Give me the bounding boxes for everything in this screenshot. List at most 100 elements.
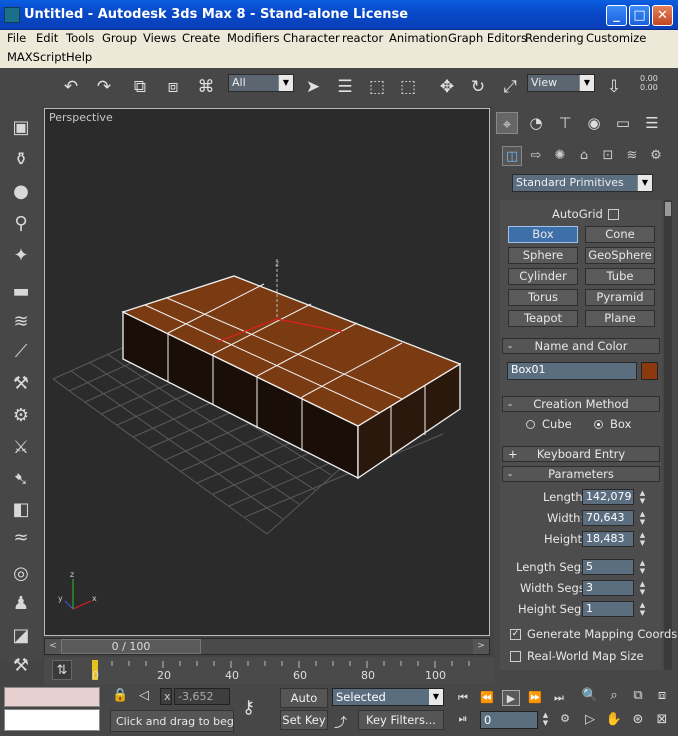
dynamics-tab-icon[interactable]: ⚙	[9, 404, 33, 428]
cameras-category-icon[interactable]: ⌂	[574, 146, 594, 166]
patch-tab-icon[interactable]: ⟋	[9, 340, 33, 364]
arc-rotate-icon[interactable]: ⊛	[628, 710, 648, 730]
current-frame-field[interactable]: 0	[480, 711, 538, 729]
time-slider-thumb[interactable]: 0 / 100	[61, 639, 201, 654]
key-mode-toggle-icon[interactable]: ⏯	[454, 711, 472, 727]
hierarchy-tab-icon[interactable]: ⊤	[554, 112, 576, 134]
name-and-color-rollout-header[interactable]: - Name and Color	[502, 338, 660, 354]
particles-tab-icon[interactable]: ≋	[9, 310, 33, 334]
perspective-viewport[interactable]: z z x y Perspective	[44, 108, 490, 636]
select-object-icon[interactable]: ➤	[302, 76, 324, 98]
menu-file[interactable]: File	[7, 31, 26, 45]
redo-icon[interactable]: ↷	[93, 76, 115, 98]
unlink-icon[interactable]: ⧈	[162, 76, 184, 98]
reference-coord-dropdown[interactable]: View ▼	[527, 74, 595, 92]
lights-category-icon[interactable]: ✺	[550, 146, 570, 166]
prev-frame-arrow[interactable]: <	[45, 639, 61, 654]
shapes-tab-icon[interactable]: ⚱	[9, 148, 33, 172]
menu-reactor[interactable]: reactor	[342, 31, 383, 45]
minimize-button[interactable]: _	[606, 5, 627, 26]
torus-button[interactable]: Torus	[508, 289, 578, 306]
helpers-tab-icon[interactable]: ✦	[9, 244, 33, 268]
default-in-out-tangents-icon[interactable]: ⤴	[334, 712, 347, 731]
tools-tab-icon[interactable]: ⚒	[9, 654, 33, 678]
menu-views[interactable]: Views	[143, 31, 176, 45]
teapot-button[interactable]: Teapot	[508, 310, 578, 327]
real-world-map-checkbox[interactable]	[510, 651, 521, 662]
close-button[interactable]: ✕	[652, 5, 673, 26]
zoom-icon[interactable]: 🔍	[580, 686, 600, 706]
box-radio[interactable]	[594, 420, 603, 429]
height-spinner-arrows[interactable]: ▲ ▼	[638, 531, 647, 547]
go-to-end-icon[interactable]: ⏭	[550, 690, 568, 706]
height-spinner[interactable]: 18,483	[582, 531, 634, 547]
length-spinner[interactable]: 142,079	[582, 489, 634, 505]
cylinder-button[interactable]: Cylinder	[508, 268, 578, 285]
mini-curve-editor-icon[interactable]: ⇅	[52, 660, 72, 680]
select-by-name-icon[interactable]: ☰	[334, 76, 356, 98]
width-spinner-arrows[interactable]: ▲ ▼	[638, 510, 647, 526]
width-segs-spinner[interactable]: 3	[582, 580, 634, 596]
compounds-tab-icon[interactable]: ▬	[9, 280, 33, 304]
maximize-viewport-icon[interactable]: ⊠	[652, 710, 672, 730]
maxscript-listener-output[interactable]	[4, 687, 100, 707]
utilities-tab-icon[interactable]: ☰	[641, 112, 663, 134]
character-tab-icon[interactable]: ♟	[9, 592, 33, 616]
category-dropdown[interactable]: Standard Primitives ▼	[512, 174, 653, 192]
geosphere-button[interactable]: GeoSphere	[585, 247, 655, 264]
modify-tab-icon[interactable]: ◔	[525, 112, 547, 134]
wave-tab-icon[interactable]: ≈	[9, 526, 33, 550]
modifiers-tab-icon[interactable]: ➷	[9, 468, 33, 492]
motion-tab-icon[interactable]: ◉	[583, 112, 605, 134]
object-color-swatch[interactable]	[641, 362, 658, 380]
menu-modifiers[interactable]: Modifiers	[227, 31, 280, 45]
select-and-scale-icon[interactable]: ⤢	[499, 76, 521, 98]
length-segs-spinner-arrows[interactable]: ▲ ▼	[638, 559, 647, 575]
set-key-button[interactable]: Set Key	[280, 710, 328, 730]
select-and-move-icon[interactable]: ✥	[436, 76, 458, 98]
selection-filter-dropdown[interactable]: All ▼	[228, 74, 294, 92]
reactor-tab-icon[interactable]: ◎	[9, 562, 33, 586]
x-coordinate-field[interactable]: -3,652	[174, 688, 230, 705]
menu-graph-editors[interactable]: Graph Editors	[448, 31, 527, 45]
scrollbar-thumb[interactable]	[665, 202, 671, 216]
zoom-extents-icon[interactable]: ⧉	[628, 686, 648, 706]
length-spinner-arrows[interactable]: ▲ ▼	[638, 489, 647, 505]
pan-view-icon[interactable]: ✋	[604, 710, 624, 730]
length-segs-spinner[interactable]: 5	[582, 559, 634, 575]
space-warps-category-icon[interactable]: ≋	[622, 146, 642, 166]
menu-edit[interactable]: Edit	[36, 31, 58, 45]
next-frame-icon[interactable]: ⏩	[526, 690, 544, 706]
time-slider[interactable]: < 0 / 100 >	[44, 638, 490, 655]
render-tab-icon[interactable]: ◪	[9, 624, 33, 648]
menu-help[interactable]: Help	[66, 50, 92, 64]
key-mode-dropdown[interactable]: Selected ▼	[332, 688, 444, 706]
autogrid-checkbox[interactable]	[608, 209, 619, 220]
time-configuration-icon[interactable]: ⚙	[556, 711, 574, 727]
go-to-start-icon[interactable]: ⏮	[454, 690, 472, 706]
auto-key-button[interactable]: Auto Key	[280, 688, 328, 723]
modeling-tab-icon[interactable]: ◧	[9, 498, 33, 522]
select-and-rotate-icon[interactable]: ↻	[467, 76, 489, 98]
current-frame-spinner-arrows[interactable]: ▲ ▼	[541, 711, 550, 727]
systems-category-icon[interactable]: ⚙	[646, 146, 666, 166]
sphere-tab-icon[interactable]: ●	[9, 180, 33, 204]
key-filters-button[interactable]: Key Filters...	[358, 710, 444, 730]
pyramid-button[interactable]: Pyramid	[585, 289, 655, 306]
width-segs-spinner-arrows[interactable]: ▲ ▼	[638, 580, 647, 596]
object-name-input[interactable]: Box01	[507, 362, 637, 380]
menu-tools[interactable]: Tools	[66, 31, 94, 45]
box-button[interactable]: Box	[508, 226, 578, 243]
cube-radio[interactable]	[526, 420, 535, 429]
undo-icon[interactable]: ↶	[60, 76, 82, 98]
helpers-category-icon[interactable]: ⊡	[598, 146, 618, 166]
previous-frame-icon[interactable]: ⏪	[478, 690, 496, 706]
height-segs-spinner[interactable]: 1	[582, 601, 634, 617]
display-tab-icon[interactable]: ▭	[612, 112, 634, 134]
objects-tab-icon[interactable]: ▣	[9, 116, 33, 140]
sphere-button[interactable]: Sphere	[508, 247, 578, 264]
zoom-extents-all-icon[interactable]: ⧈	[652, 686, 672, 706]
parameters-rollout-header[interactable]: - Parameters	[502, 466, 660, 482]
next-frame-arrow[interactable]: >	[473, 639, 489, 654]
menu-character[interactable]: Character	[283, 31, 340, 45]
